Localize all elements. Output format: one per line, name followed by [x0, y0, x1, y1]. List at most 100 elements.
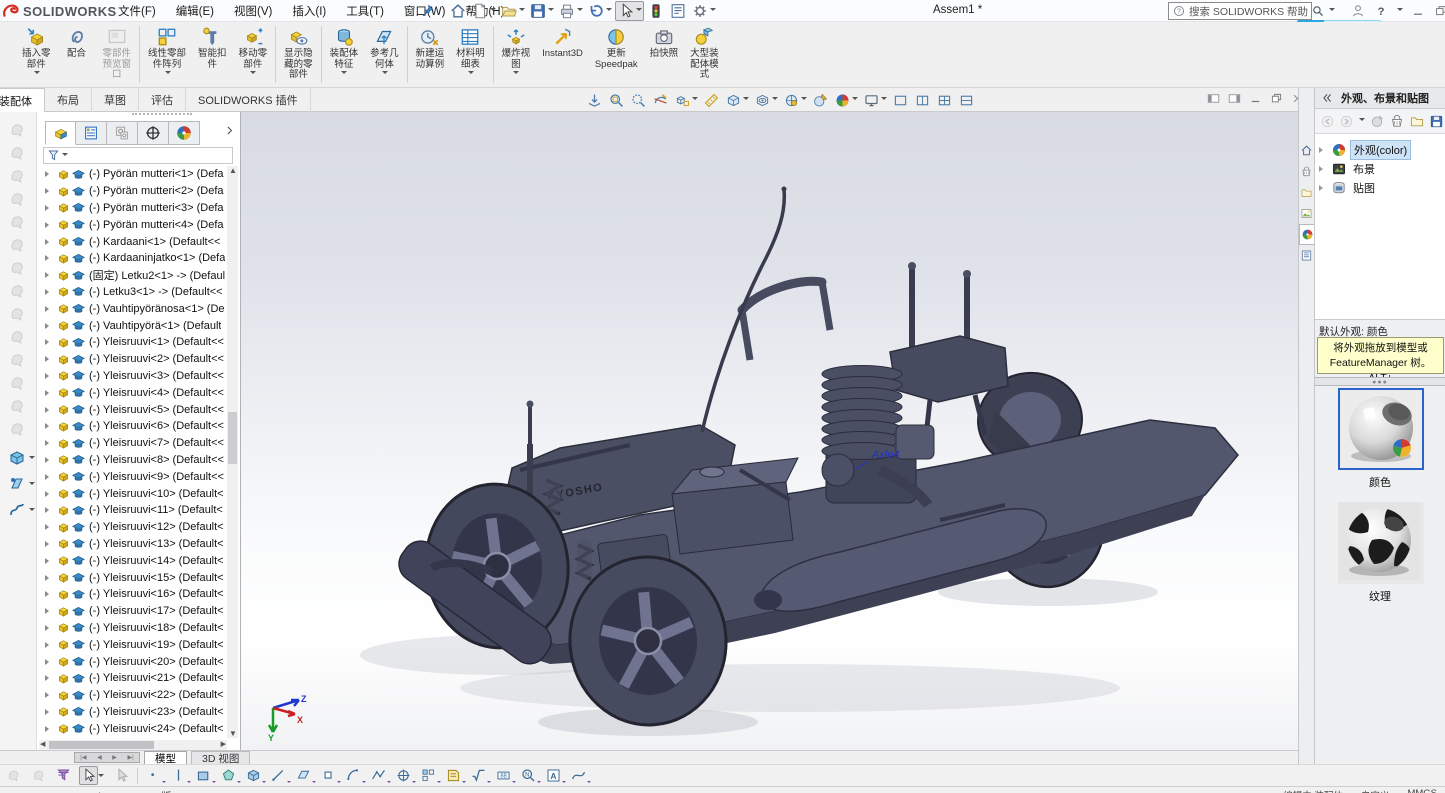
zoom-fit-button[interactable] [585, 92, 604, 109]
expand-arrow-icon[interactable] [45, 457, 52, 463]
expand-arrow-icon[interactable] [45, 339, 52, 345]
tp-basket-button[interactable] [1389, 113, 1405, 129]
taskpane-tab-list-small[interactable] [1299, 245, 1314, 266]
fm-tab-appearances[interactable] [169, 121, 200, 145]
taskpane-tab-home[interactable] [1299, 140, 1314, 161]
property-list-button[interactable] [668, 1, 688, 21]
tp-tree-贴图[interactable]: 贴图 [1315, 178, 1445, 197]
pane-left-button[interactable] [1206, 91, 1221, 106]
ribbon-button-assembly-features[interactable]: 装配体 特征 [324, 22, 365, 87]
expand-arrow-icon[interactable] [45, 625, 52, 631]
open-button[interactable] [499, 1, 526, 21]
tree-filter-input[interactable] [43, 147, 233, 164]
save-button[interactable] [528, 1, 555, 21]
expand-arrow-icon[interactable] [45, 692, 52, 698]
expand-arrow-icon[interactable] [45, 390, 52, 396]
tree-item[interactable]: (-) Yleisruuvi<12> (Default< [39, 519, 227, 536]
edit-appearance-button[interactable] [811, 92, 830, 109]
zoom-previous-button[interactable] [629, 92, 648, 109]
ribbon-button-smart-fastener[interactable]: 智能扣 件 [192, 22, 233, 87]
scroll-right-icon[interactable]: ▶ [221, 740, 226, 748]
scroll-up-icon[interactable]: ▲ [229, 166, 237, 175]
tree-item[interactable]: (-) Yleisruuvi<18> (Default< [39, 620, 227, 637]
home-button[interactable] [448, 1, 468, 21]
expand-arrow-icon[interactable] [45, 356, 52, 362]
expand-arrow-icon[interactable] [45, 608, 52, 614]
user-account-icon[interactable] [1350, 3, 1366, 19]
expand-arrow-icon[interactable] [45, 188, 52, 194]
menu-item[interactable]: 文件(F) [118, 3, 156, 19]
fm-tab-properties[interactable] [76, 121, 107, 145]
tree-item[interactable]: (-) Yleisruuvi<3> (Default<< [39, 368, 227, 385]
expand-arrow-icon[interactable] [45, 272, 52, 278]
tree-item[interactable]: (-) Yleisruuvi<5> (Default<< [39, 401, 227, 418]
tree-item[interactable]: (-) Yleisruuvi<6> (Default<< [39, 418, 227, 435]
viewport-four-button[interactable] [935, 92, 954, 109]
ribbon-button-exploded-view[interactable]: 爆炸视 图 [496, 22, 537, 87]
tree-item[interactable]: (-) Yleisruuvi<9> (Default<< [39, 468, 227, 485]
tree-item[interactable]: (-) Vauhtipyöränosa<1> (De [39, 300, 227, 317]
tp-save-button[interactable] [1429, 114, 1444, 129]
rc-car-model[interactable]: KYOSHO [241, 112, 1298, 750]
bt-line-45[interactable] [269, 766, 288, 785]
tree-item[interactable]: (-) Yleisruuvi<1> (Default<< [39, 334, 227, 351]
tree-item[interactable]: (-) Yleisruuvi<20> (Default< [39, 653, 227, 670]
bt-note-tag[interactable] [444, 766, 463, 785]
tree-item[interactable]: (-) Yleisruuvi<17> (Default< [39, 603, 227, 620]
expand-arrow-icon[interactable] [45, 255, 52, 261]
model-tab-模型[interactable]: 模型 [144, 751, 187, 764]
tree-item[interactable]: (-) Pyörän mutteri<3> (Defa [39, 200, 227, 217]
expand-arrow-icon[interactable] [45, 491, 52, 497]
pin-icon[interactable] [420, 3, 436, 19]
expand-arrow-icon[interactable] [1319, 166, 1326, 172]
ribbon-button-large-assembly-mode[interactable]: 大型装 配体模 式 [684, 22, 725, 87]
search-icon[interactable] [1311, 4, 1325, 18]
menu-item[interactable]: 工具(T) [346, 3, 384, 19]
ribbon-button-preview-window[interactable]: 零部件 预览窗 口 [97, 22, 138, 87]
tree-item[interactable]: (-) Yleisruuvi<22> (Default< [39, 687, 227, 704]
scroll-down-icon[interactable]: ▼ [229, 729, 237, 738]
ribbon-button-insert-component[interactable]: 插入零 部件 [16, 22, 57, 87]
taskpane-tab-folder2[interactable] [1299, 182, 1314, 203]
tree-item[interactable]: (-) Vauhtipyörä<1> (Default [39, 317, 227, 334]
tree-horizontal-scrollbar[interactable]: ◀ ▶ [39, 740, 227, 750]
minimize-button[interactable] [1410, 3, 1426, 19]
bt-polygon[interactable] [219, 766, 238, 785]
undo-button[interactable] [586, 1, 613, 21]
bt-pattern-grid[interactable] [419, 766, 438, 785]
expand-arrow-icon[interactable] [45, 323, 52, 329]
ribbon-button-bill-of-materials[interactable]: 材料明 细表 [450, 22, 491, 87]
tree-item[interactable]: (-) Yleisruuvi<4> (Default<< [39, 384, 227, 401]
tab-评估[interactable]: 评估 [139, 88, 186, 112]
fm-tab-features[interactable] [45, 121, 76, 145]
expand-arrow-icon[interactable] [45, 541, 52, 547]
tp-back-button[interactable] [1320, 114, 1335, 129]
bt-rectangle[interactable] [194, 766, 213, 785]
tree-item[interactable]: (-) Pyörän mutteri<1> (Defa [39, 166, 227, 183]
select-tool-button[interactable] [615, 1, 644, 21]
tree-item[interactable]: (固定) Letku2<1> -> (Defaul [39, 267, 227, 284]
expand-arrow-icon[interactable] [45, 558, 52, 564]
menu-item[interactable]: 视图(V) [234, 3, 272, 19]
tp-folder-button[interactable] [1409, 113, 1425, 129]
expand-arrow-icon[interactable] [45, 407, 52, 413]
tp-forward-button[interactable] [1339, 114, 1354, 129]
expand-arrow-icon[interactable] [45, 171, 52, 177]
bt-polyline[interactable] [369, 766, 388, 785]
expand-arrow-icon[interactable] [45, 726, 52, 732]
restore-button[interactable] [1433, 3, 1445, 19]
menu-item[interactable]: 插入(I) [292, 3, 326, 19]
expand-arrow-icon[interactable] [1319, 147, 1326, 153]
expand-arrow-icon[interactable] [45, 222, 52, 228]
display-style-button[interactable] [724, 92, 750, 109]
expand-arrow-icon[interactable] [45, 306, 52, 312]
tree-item[interactable]: (-) Yleisruuvi<7> (Default<< [39, 435, 227, 452]
tree-item[interactable]: (-) Yleisruuvi<15> (Default< [39, 569, 227, 586]
bt-plane-tool[interactable] [294, 766, 313, 785]
doc-restore-button[interactable] [1269, 91, 1284, 106]
tab-SOLIDWORKS 插件[interactable]: SOLIDWORKS 插件 [186, 88, 311, 112]
expand-arrow-icon[interactable] [45, 709, 52, 715]
fm-expand-chevron-icon[interactable] [223, 124, 236, 137]
tree-item[interactable]: (-) Pyörän mutteri<2> (Defa [39, 183, 227, 200]
taskpane-tab-colorwheel[interactable] [1299, 224, 1314, 245]
